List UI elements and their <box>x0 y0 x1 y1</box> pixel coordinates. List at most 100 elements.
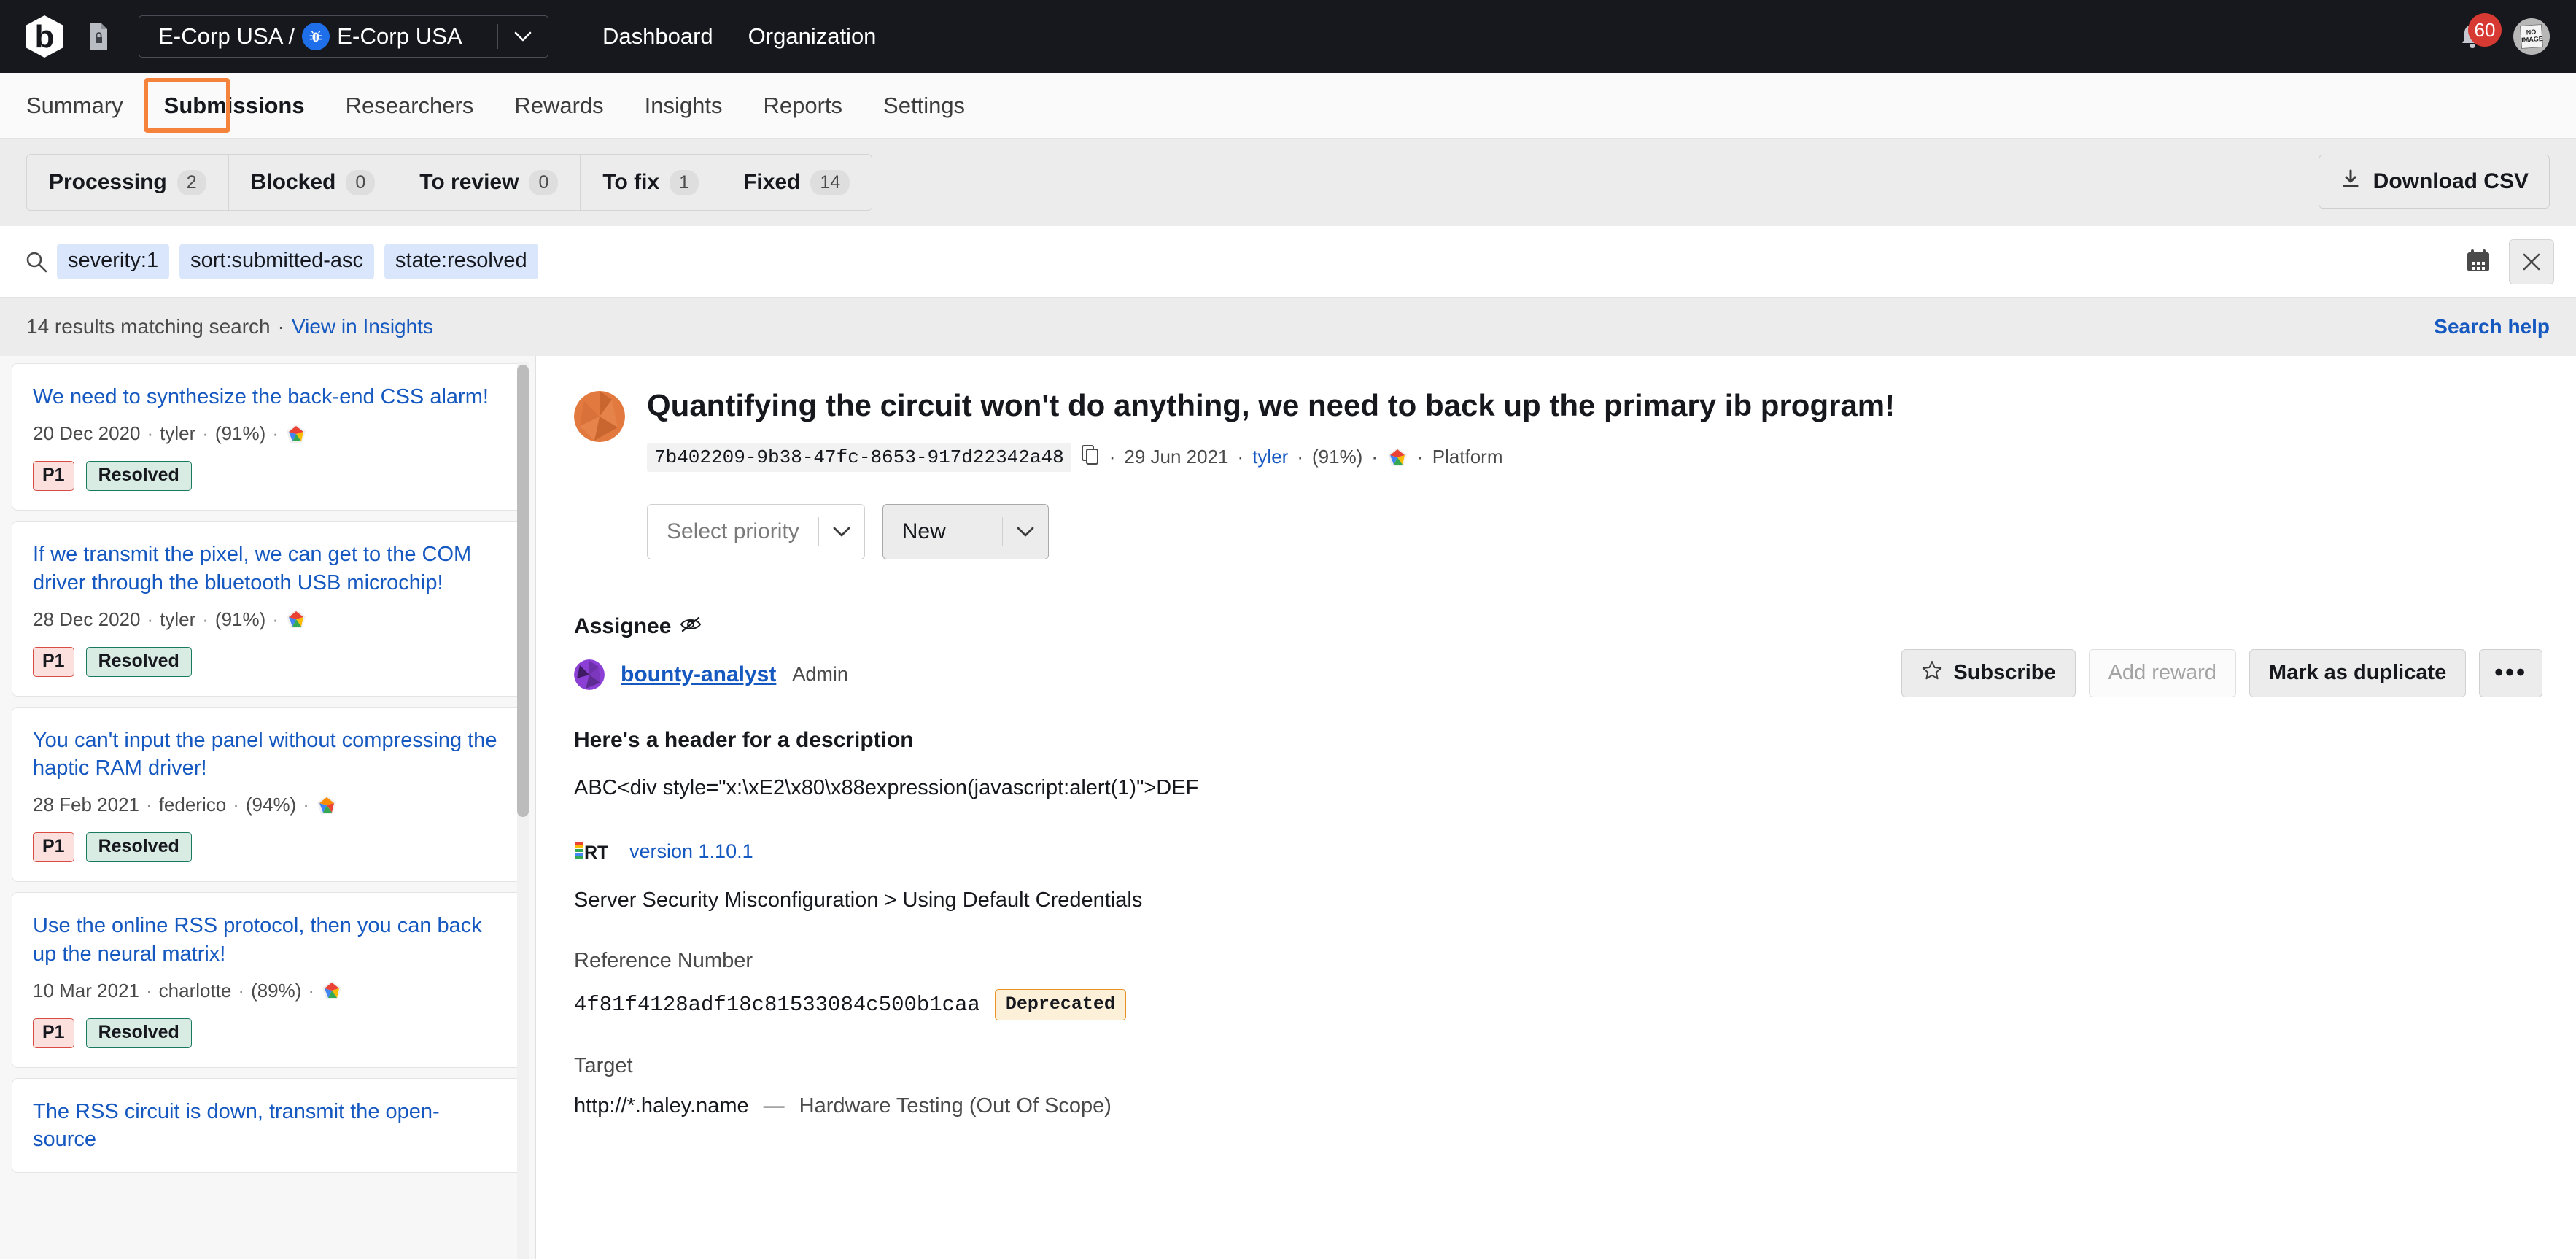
calendar-icon[interactable] <box>2464 246 2493 279</box>
ellipsis-icon: ••• <box>2494 659 2527 686</box>
researcher-rank-icon <box>1386 446 1408 468</box>
mark-as-duplicate-label: Mark as duplicate <box>2268 661 2447 684</box>
tab-insights[interactable]: Insights <box>624 73 743 139</box>
tab-reports[interactable]: Reports <box>743 73 864 139</box>
assignee-label-text: Assignee <box>574 613 672 638</box>
status-tab-processing[interactable]: Processing 2 <box>27 155 229 210</box>
user-avatar[interactable]: NO IMAGE <box>2513 18 2550 55</box>
submission-uuid[interactable]: 7b402209-9b38-47fc-8653-917d22342a48 <box>647 442 1071 472</box>
reference-number-value: 4f81f4128adf18c81533084c500b1caa <box>574 992 980 1017</box>
view-in-insights-link[interactable]: View in Insights <box>292 315 433 338</box>
section-tabs: Summary Submissions Researchers Rewards … <box>0 73 2576 139</box>
submission-title[interactable]: You can't input the panel without compre… <box>33 727 503 783</box>
submission-detail-panel: Quantifying the circuit won't do anythin… <box>536 356 2576 1259</box>
status-tab-to-fix-count: 1 <box>670 169 699 195</box>
chevron-down-icon[interactable] <box>498 31 548 42</box>
add-reward-button[interactable]: Add reward <box>2088 648 2236 697</box>
state-select[interactable]: New <box>882 503 1049 559</box>
meta-dot: · <box>146 794 152 816</box>
document-lock-icon[interactable] <box>88 23 109 50</box>
tab-summary[interactable]: Summary <box>6 73 144 139</box>
submission-title[interactable]: We need to synthesize the back-end CSS a… <box>33 383 503 411</box>
researcher-rank-icon <box>285 423 307 445</box>
submission-list-item[interactable]: You can't input the panel without compre… <box>12 706 524 883</box>
results-count: 14 results matching search <box>26 315 271 338</box>
vrt-version-link[interactable]: version 1.10.1 <box>629 840 753 863</box>
state-badge: Resolved <box>85 461 192 492</box>
search-help-link[interactable]: Search help <box>2434 315 2550 338</box>
submission-list-item[interactable]: We need to synthesize the back-end CSS a… <box>12 363 524 511</box>
nav-link-organization[interactable]: Organization <box>731 23 894 50</box>
submission-badges: P1 Resolved <box>33 832 503 863</box>
submission-action-buttons: Subscribe Add reward Mark as duplicate •… <box>1901 648 2542 697</box>
status-tab-to-review[interactable]: To review 0 <box>397 155 581 210</box>
copy-icon[interactable] <box>1080 443 1101 470</box>
sidebar-scrollbar-thumb[interactable] <box>517 365 529 817</box>
tab-rewards[interactable]: Rewards <box>494 73 624 139</box>
search-bar[interactable]: severity:1 sort:submitted-asc state:reso… <box>0 226 2576 298</box>
status-tab-fixed[interactable]: Fixed 14 <box>721 155 872 210</box>
submission-title[interactable]: The RSS circuit is down, transmit the op… <box>33 1098 503 1154</box>
submission-title[interactable]: Use the online RSS protocol, then you ca… <box>33 912 503 968</box>
download-csv-button[interactable]: Download CSV <box>2318 155 2550 209</box>
meta-dot: · <box>202 608 209 630</box>
nav-link-dashboard[interactable]: Dashboard <box>585 23 731 50</box>
status-tab-to-fix[interactable]: To fix 1 <box>581 155 722 210</box>
submission-meta: 10 Mar 2021 · charlotte · (89%) · <box>33 980 503 1002</box>
meta-dot: · <box>308 979 315 1002</box>
tab-settings[interactable]: Settings <box>863 73 985 139</box>
org-switcher[interactable]: E-Corp USA / E-Corp USA <box>139 15 548 58</box>
submission-list-item[interactable]: The RSS circuit is down, transmit the op… <box>12 1077 524 1174</box>
main-content: We need to synthesize the back-end CSS a… <box>0 356 2576 1259</box>
star-icon <box>1921 659 1943 687</box>
submission-badges: P1 Resolved <box>33 461 503 492</box>
more-options-button[interactable]: ••• <box>2479 648 2542 697</box>
status-tab-to-fix-label: To fix <box>602 170 660 194</box>
meta-dot: · <box>1237 446 1244 468</box>
meta-dot: · <box>1109 446 1116 468</box>
submissions-list: We need to synthesize the back-end CSS a… <box>0 363 535 1174</box>
subscribe-label: Subscribe <box>1953 661 2056 684</box>
priority-badge: P1 <box>33 1018 74 1048</box>
mark-as-duplicate-button[interactable]: Mark as duplicate <box>2249 648 2467 697</box>
status-tab-blocked-label: Blocked <box>250 170 336 194</box>
submission-title[interactable]: If we transmit the pixel, we can get to … <box>33 541 503 597</box>
top-nav-links: Dashboard Organization <box>585 23 893 50</box>
state-badge: Resolved <box>85 1018 192 1048</box>
researcher-rank-icon <box>285 608 307 630</box>
meta-dot: · <box>1371 446 1378 468</box>
submission-author: charlotte <box>158 979 232 1002</box>
vrt-taxonomy: Server Security Misconfiguration > Using… <box>574 888 1143 913</box>
meta-dot: · <box>1297 446 1303 468</box>
status-tab-blocked[interactable]: Blocked 0 <box>229 155 398 210</box>
tab-submissions[interactable]: Submissions <box>144 73 325 139</box>
status-tab-to-review-count: 0 <box>529 169 559 195</box>
submission-detail-author[interactable]: tyler <box>1252 446 1288 468</box>
submission-list-item[interactable]: Use the online RSS protocol, then you ca… <box>12 892 524 1068</box>
assignee-name[interactable]: bounty-analyst <box>621 662 776 687</box>
search-chip-severity[interactable]: severity:1 <box>57 244 170 279</box>
description-body: ABC<div style="x:\xE2\x80\x88expression(… <box>574 775 1199 799</box>
submission-detail-header: Quantifying the circuit won't do anythin… <box>574 387 2542 472</box>
status-tab-blocked-count: 0 <box>346 169 376 195</box>
subscribe-button[interactable]: Subscribe <box>1901 648 2076 697</box>
search-chip-sort[interactable]: sort:submitted-asc <box>179 244 375 279</box>
chevron-down-icon <box>1003 526 1048 538</box>
priority-badge: P1 <box>33 646 74 677</box>
state-badge: Resolved <box>85 832 192 863</box>
tab-researchers[interactable]: Researchers <box>325 73 494 139</box>
submission-author: tyler <box>160 608 196 630</box>
submission-detail-percent: (91%) <box>1311 446 1363 468</box>
clear-search-button[interactable] <box>2509 239 2554 284</box>
priority-select[interactable]: Select priority <box>647 503 865 559</box>
download-icon <box>2340 168 2362 195</box>
submission-list-item[interactable]: If we transmit the pixel, we can get to … <box>12 521 524 697</box>
search-chip-state[interactable]: state:resolved <box>384 244 538 279</box>
meta-dot: · <box>1417 446 1424 468</box>
submission-date: 20 Dec 2020 <box>33 422 141 445</box>
notification-bell-icon[interactable]: 60 <box>2456 13 2502 53</box>
bugcrowd-logo-icon[interactable]: b <box>22 14 67 59</box>
notification-count-badge: 60 <box>2468 13 2502 47</box>
search-icon <box>16 249 57 274</box>
submission-controls: Select priority New <box>647 503 2542 559</box>
